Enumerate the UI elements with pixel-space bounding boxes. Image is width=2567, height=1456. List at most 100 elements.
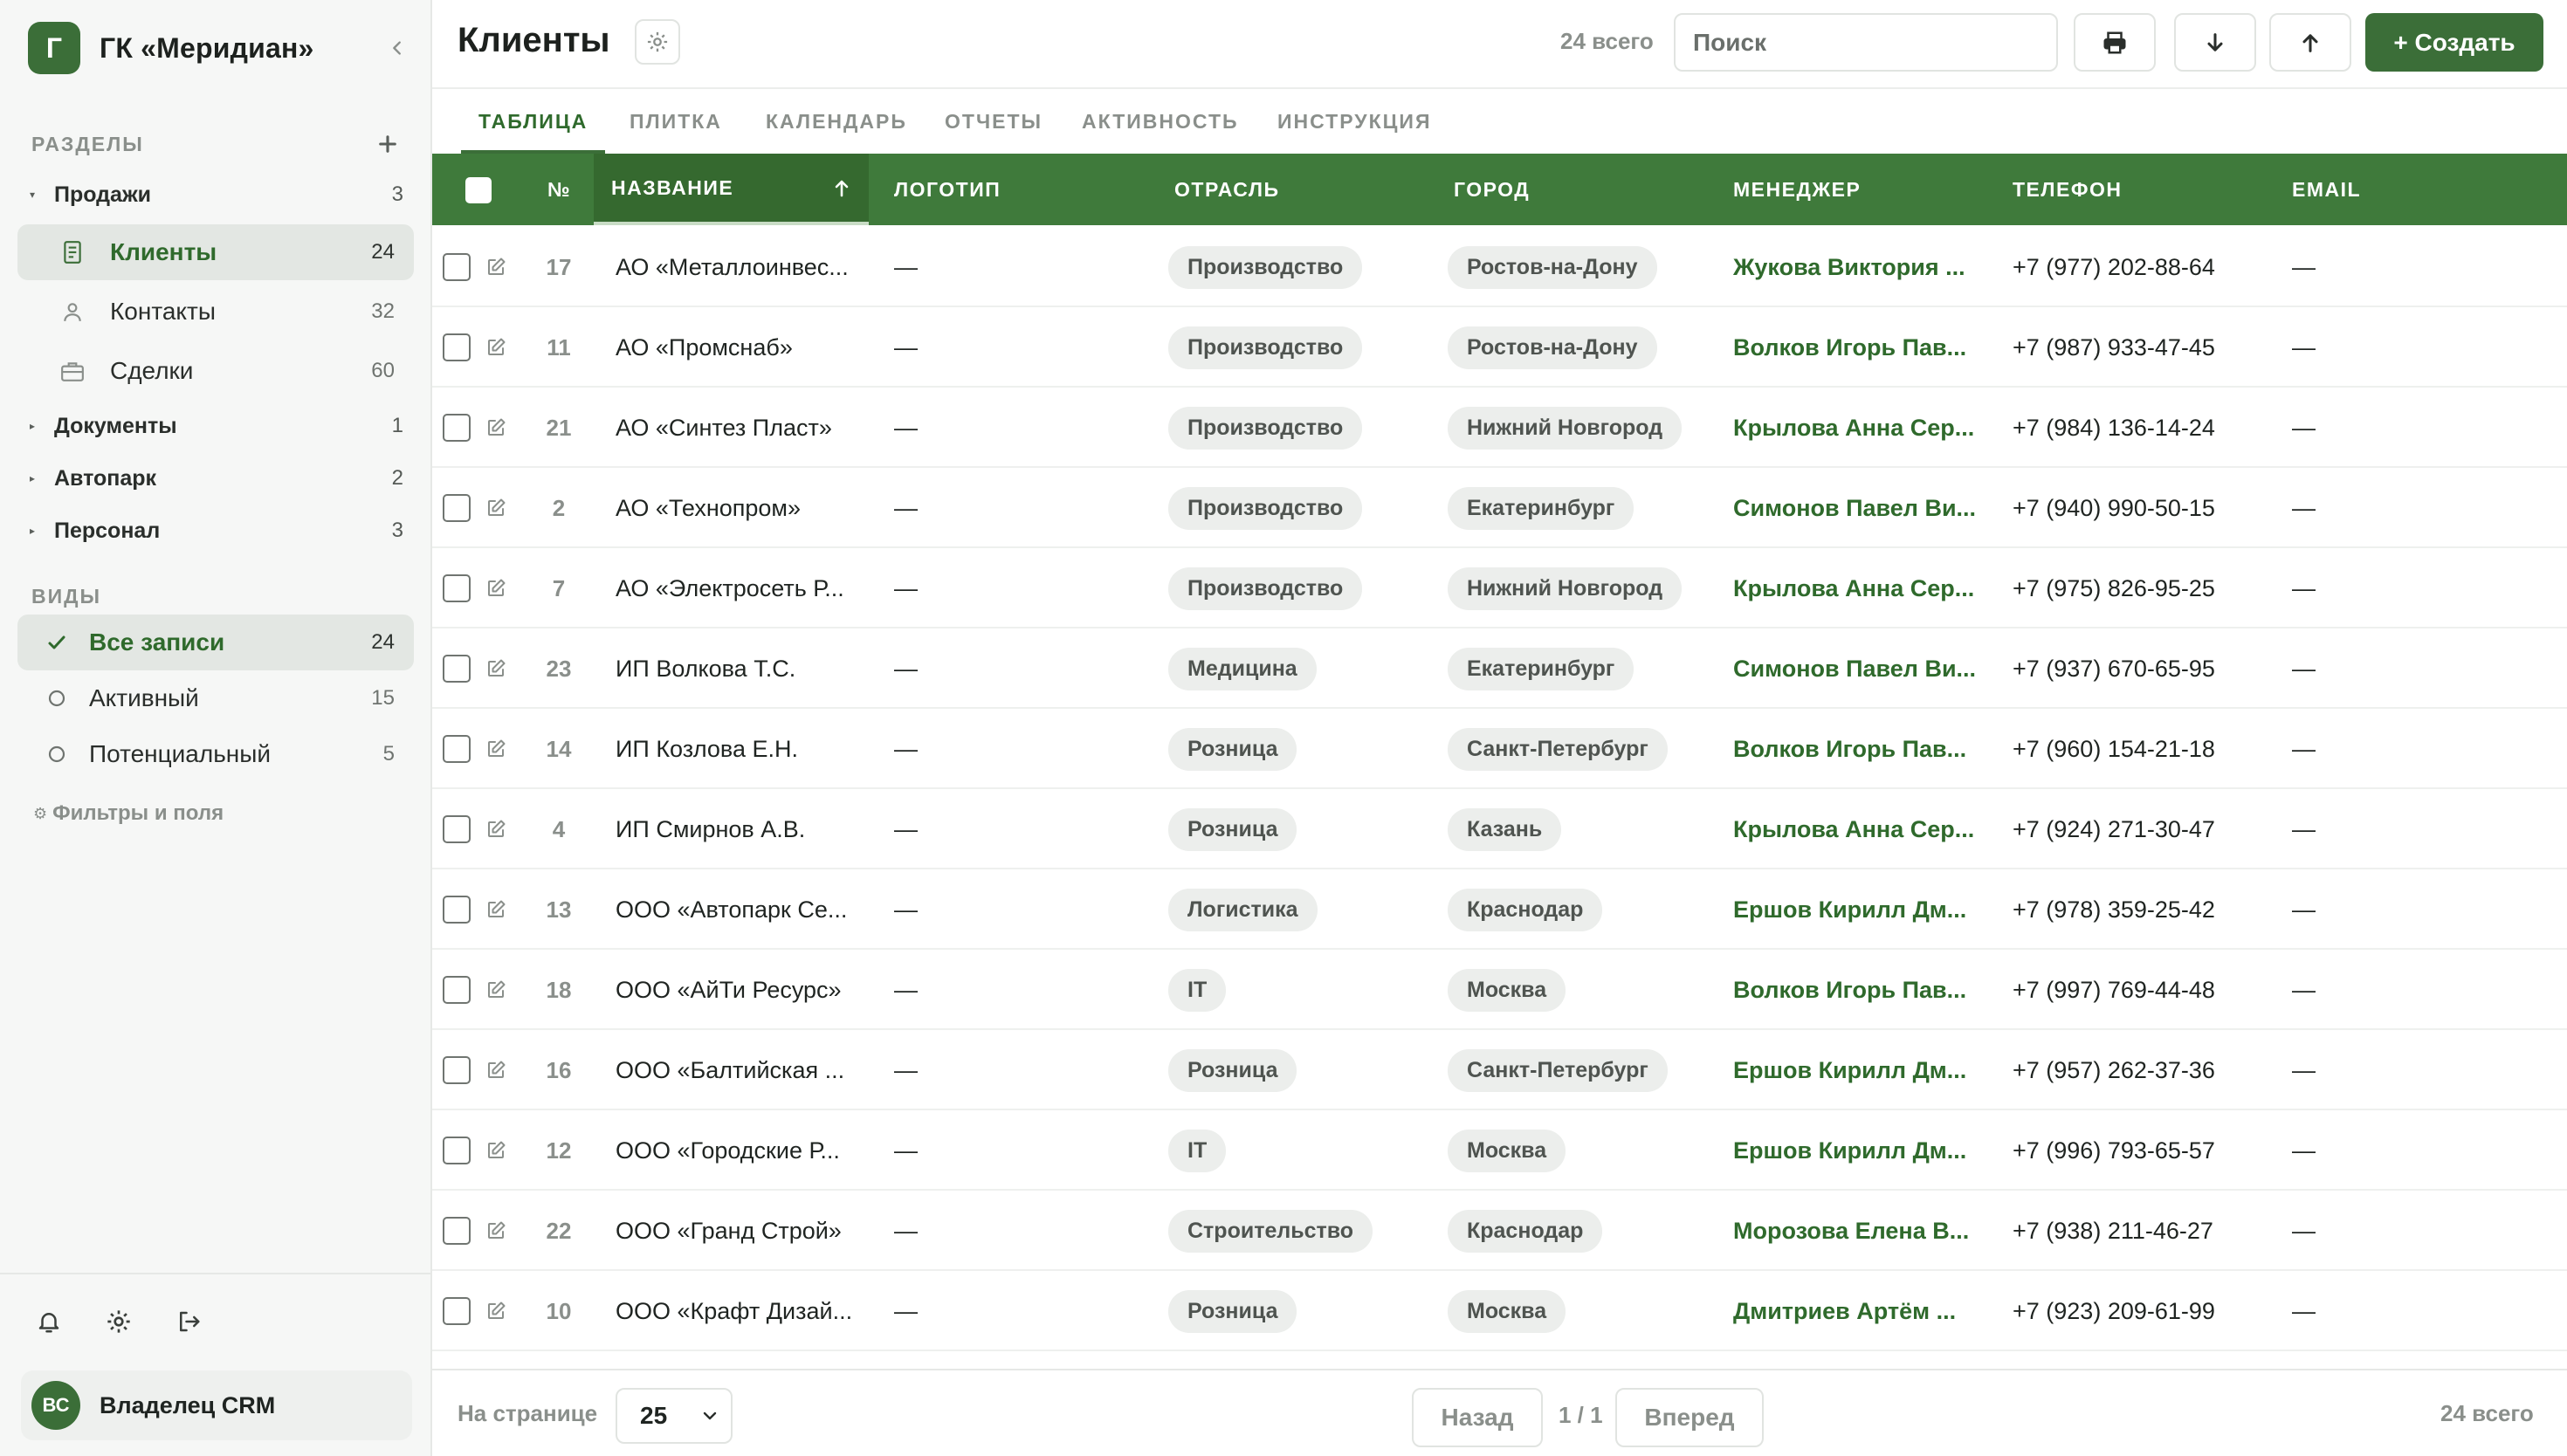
- tab-reports[interactable]: ОТЧЕТЫ: [945, 89, 1043, 154]
- brand-logo[interactable]: Г: [28, 22, 80, 74]
- row-manager-link[interactable]: Волков Игорь Пав...: [1733, 950, 1966, 1030]
- row-name[interactable]: ИП Козлова Е.Н.: [616, 709, 798, 789]
- table-row[interactable]: 21 АО «Синтез Пласт» — Производство Нижний Н…: [432, 388, 2567, 468]
- tab-tiles[interactable]: ПЛИТКА: [630, 89, 722, 154]
- table-row[interactable]: 22 ООО «Гранд Строй» — Строительство Краснод…: [432, 1191, 2567, 1271]
- edit-icon[interactable]: [485, 1220, 506, 1241]
- edit-icon[interactable]: [485, 658, 506, 679]
- print-button[interactable]: [2074, 13, 2156, 72]
- row-checkbox[interactable]: [443, 414, 471, 442]
- row-name[interactable]: ООО «Гранд Строй»: [616, 1191, 842, 1271]
- bell-icon[interactable]: [31, 1304, 66, 1339]
- table-row[interactable]: 4 ИП Смирнов А.В. — Розница Казань Крылова Ан…: [432, 789, 2567, 869]
- edit-icon[interactable]: [485, 498, 506, 519]
- row-manager-link[interactable]: Симонов Павел Ви...: [1733, 468, 1976, 548]
- sidebar-item-deals[interactable]: Сделки 60: [17, 343, 414, 399]
- row-checkbox[interactable]: [443, 253, 471, 281]
- edit-icon[interactable]: [485, 417, 506, 438]
- edit-icon[interactable]: [485, 899, 506, 920]
- user-card[interactable]: ВС Владелец CRM: [21, 1370, 412, 1440]
- table-row[interactable]: 18 ООО «АйТи Ресурс» — IT Москва Волков Игорь…: [432, 950, 2567, 1030]
- row-checkbox[interactable]: [443, 494, 471, 522]
- row-manager-link[interactable]: Крылова Анна Сер...: [1733, 548, 1974, 628]
- table-row[interactable]: 12 ООО «Городские Р... — IT Москва Ершов Кири…: [432, 1110, 2567, 1191]
- view-all-records[interactable]: Все записи 24: [17, 615, 414, 670]
- row-checkbox[interactable]: [443, 815, 471, 843]
- table-settings-button[interactable]: [635, 19, 680, 65]
- tab-table[interactable]: ТАБЛИЦА: [460, 89, 606, 154]
- row-name[interactable]: ООО «Балтийская ...: [616, 1030, 844, 1110]
- row-manager-link[interactable]: Ершов Кирилл Дм...: [1733, 1110, 1966, 1191]
- row-manager-link[interactable]: Волков Игорь Пав...: [1733, 709, 1966, 789]
- edit-icon[interactable]: [485, 337, 506, 358]
- row-name[interactable]: АО «Электросеть Р...: [616, 548, 844, 628]
- row-manager-link[interactable]: Ершов Кирилл Дм...: [1733, 869, 1966, 950]
- column-number[interactable]: №: [547, 154, 571, 225]
- table-row[interactable]: 2 АО «Технопром» — Производство Екатеринбург…: [432, 468, 2567, 548]
- table-row[interactable]: 14 ИП Козлова Е.Н. — Розница Санкт-Петербург…: [432, 709, 2567, 789]
- column-phone[interactable]: ТЕЛЕФОН: [2013, 154, 2123, 225]
- row-checkbox[interactable]: [443, 896, 471, 924]
- row-name[interactable]: ООО «Крафт Дизай...: [616, 1271, 852, 1351]
- edit-icon[interactable]: [485, 1060, 506, 1081]
- row-name[interactable]: ООО «Автопарк Се...: [616, 869, 847, 950]
- column-email[interactable]: EMAIL: [2292, 154, 2361, 225]
- table-row[interactable]: 17 АО «Металлоинвес... — Производство Ростов…: [432, 227, 2567, 307]
- column-industry[interactable]: ОТРАСЛЬ: [1174, 154, 1280, 225]
- row-name[interactable]: ИП Волкова Т.С.: [616, 628, 795, 709]
- column-manager[interactable]: МЕНЕДЖЕР: [1733, 154, 1861, 225]
- row-name[interactable]: ООО «АйТи Ресурс»: [616, 950, 842, 1030]
- brand-name[interactable]: ГК «Меридиан»: [100, 32, 314, 65]
- view-active[interactable]: Активный 15: [17, 670, 414, 726]
- sidebar-group-staff[interactable]: ▸ Персонал 3: [30, 512, 403, 550]
- table-row[interactable]: 23 ИП Волкова Т.С. — Медицина Екатеринбург Си…: [432, 628, 2567, 709]
- edit-icon[interactable]: [485, 1140, 506, 1161]
- row-name[interactable]: АО «Промснаб»: [616, 307, 793, 388]
- edit-icon[interactable]: [485, 738, 506, 759]
- edit-icon[interactable]: [485, 257, 506, 278]
- tab-calendar[interactable]: КАЛЕНДАРЬ: [766, 89, 907, 154]
- select-all-checkbox[interactable]: [465, 177, 492, 203]
- row-checkbox[interactable]: [443, 655, 471, 683]
- filters-and-fields-link[interactable]: ⚙ Фильтры и поля: [33, 801, 224, 826]
- collapse-sidebar-button[interactable]: [382, 33, 412, 63]
- row-checkbox[interactable]: [443, 333, 471, 361]
- row-name[interactable]: ООО «Городские Р...: [616, 1110, 840, 1191]
- row-manager-link[interactable]: Морозова Елена В...: [1733, 1191, 1969, 1271]
- tab-instructions[interactable]: ИНСТРУКЦИЯ: [1277, 89, 1431, 154]
- row-manager-link[interactable]: Симонов Павел Ви...: [1733, 628, 1976, 709]
- edit-icon[interactable]: [485, 979, 506, 1000]
- row-checkbox[interactable]: [443, 1056, 471, 1084]
- sidebar-group-documents[interactable]: ▸ Документы 1: [30, 407, 403, 445]
- edit-icon[interactable]: [485, 819, 506, 840]
- row-manager-link[interactable]: Крылова Анна Сер...: [1733, 789, 1974, 869]
- row-manager-link[interactable]: Ершов Кирилл Дм...: [1733, 1030, 1966, 1110]
- export-button[interactable]: [2269, 13, 2351, 72]
- column-city[interactable]: ГОРОД: [1454, 154, 1530, 225]
- sidebar-group-sales[interactable]: ▾ Продажи 3: [30, 175, 403, 214]
- row-name[interactable]: ИП Смирнов А.В.: [616, 789, 805, 869]
- row-checkbox[interactable]: [443, 976, 471, 1004]
- row-manager-link[interactable]: Дмитриев Артём ...: [1733, 1271, 1956, 1351]
- settings-gear-icon[interactable]: [101, 1304, 136, 1339]
- tab-activity[interactable]: АКТИВНОСТЬ: [1082, 89, 1239, 154]
- table-row[interactable]: 10 ООО «Крафт Дизай... — Розница Москва Дмитр…: [432, 1271, 2567, 1351]
- sidebar-item-contacts[interactable]: Контакты 32: [17, 284, 414, 340]
- row-checkbox[interactable]: [443, 1137, 471, 1164]
- edit-icon[interactable]: [485, 1301, 506, 1322]
- sidebar-item-clients[interactable]: Клиенты 24: [17, 224, 414, 280]
- next-page-button[interactable]: Вперед: [1615, 1388, 1764, 1447]
- row-checkbox[interactable]: [443, 1217, 471, 1245]
- row-name[interactable]: АО «Металлоинвес...: [616, 227, 849, 307]
- row-name[interactable]: АО «Синтез Пласт»: [616, 388, 832, 468]
- edit-icon[interactable]: [485, 578, 506, 599]
- sidebar-group-fleet[interactable]: ▸ Автопарк 2: [30, 459, 403, 498]
- row-manager-link[interactable]: Крылова Анна Сер...: [1733, 388, 1974, 468]
- row-checkbox[interactable]: [443, 1297, 471, 1325]
- table-row[interactable]: 13 ООО «Автопарк Се... — Логистика Краснодар…: [432, 869, 2567, 950]
- row-manager-link[interactable]: Волков Игорь Пав...: [1733, 307, 1966, 388]
- column-name[interactable]: НАЗВАНИЕ: [594, 154, 869, 225]
- row-checkbox[interactable]: [443, 574, 471, 602]
- view-potential[interactable]: Потенциальный 5: [17, 726, 414, 782]
- table-row[interactable]: 11 АО «Промснаб» — Производство Ростов-на-До…: [432, 307, 2567, 388]
